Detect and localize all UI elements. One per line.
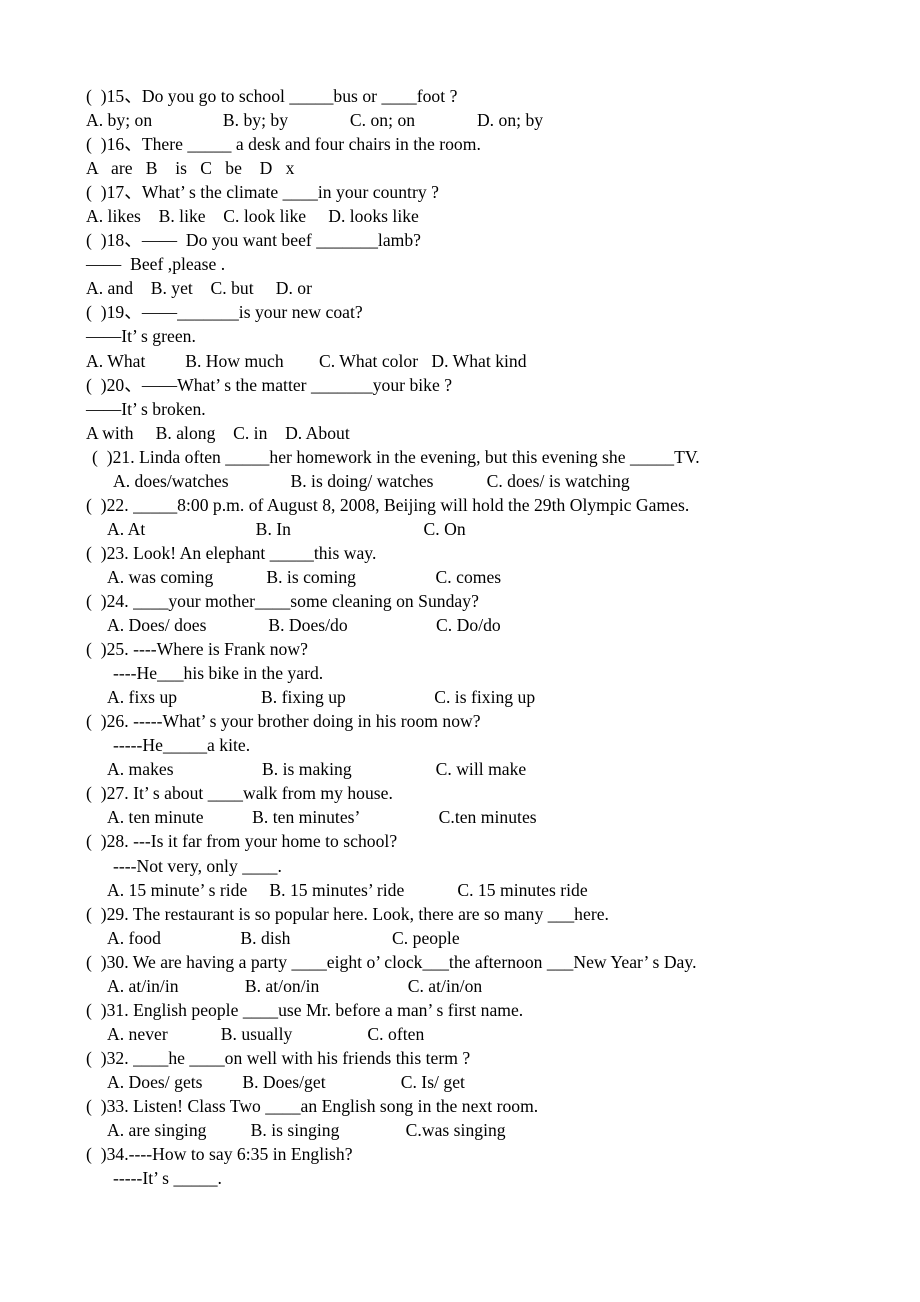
question-stem-34: ( )34.----How to say 6:35 in English? — [86, 1144, 353, 1165]
question-block-29: ( )29. The restaurant is so popular here… — [0, 902, 920, 950]
question-options-20: A with B. along C. in D. About — [86, 422, 350, 443]
question-stem-21: ( )21. Linda often _____her homework in … — [92, 446, 700, 467]
question-stem-27: ( )27. It’ s about ____walk from my hous… — [86, 783, 393, 804]
question-options-26: A. makes B. is making C. will make — [107, 759, 527, 780]
question-stem-29: ( )29. The restaurant is so popular here… — [86, 903, 609, 924]
question-block-25: ( )25. ----Where is Frank now? ----He___… — [0, 637, 920, 709]
question-block-32: ( )32. ____he ____on well with his frien… — [0, 1046, 920, 1094]
question-stem-25-line2: ----He___his bike in the yard. — [113, 663, 324, 684]
question-options-25: A. fixs up B. fixing up C. is fixing up — [107, 687, 536, 708]
question-stem-33: ( )33. Listen! Class Two ____an English … — [86, 1095, 539, 1116]
question-options-27: A. ten minute B. ten minutes’ C.ten minu… — [107, 807, 537, 828]
question-block-17: ( )17、What’ s the climate ____in your co… — [0, 180, 920, 228]
question-block-23: ( )23. Look! An elephant _____this way. … — [0, 541, 920, 589]
question-stem-24: ( )24. ____your mother____some cleaning … — [86, 590, 479, 611]
worksheet-page: ( )15、Do you go to school _____bus or __… — [0, 0, 920, 1302]
question-options-24: A. Does/ does B. Does/do C. Do/do — [107, 615, 501, 636]
question-stem-19: ( )19、——_______is your new coat? — [86, 302, 363, 323]
question-block-33: ( )33. Listen! Class Two ____an English … — [0, 1094, 920, 1142]
question-block-24: ( )24. ____your mother____some cleaning … — [0, 589, 920, 637]
question-stem-23: ( )23. Look! An elephant _____this way. — [86, 542, 377, 563]
question-block-34: ( )34.----How to say 6:35 in English? --… — [0, 1142, 920, 1190]
question-block-26: ( )26. -----What’ s your brother doing i… — [0, 709, 920, 781]
question-stem-34-line2: -----It’ s _____. — [113, 1168, 222, 1189]
question-stem-16: ( )16、There _____ a desk and four chairs… — [86, 134, 481, 155]
question-stem-26-line2: -----He_____a kite. — [113, 735, 251, 756]
question-stem-22: ( )22. _____8:00 p.m. of August 8, 2008,… — [86, 494, 690, 515]
question-block-31: ( )31. English people ____use Mr. before… — [0, 998, 920, 1046]
question-stem-15: ( )15、Do you go to school _____bus or __… — [86, 86, 458, 106]
question-block-30: ( )30. We are having a party ____eight o… — [0, 950, 920, 998]
question-stem-18-line2: —— Beef ,please . — [86, 254, 226, 275]
question-options-16: A are B is C be D x — [86, 158, 295, 179]
question-block-20: ( )20、——What’ s the matter _______your b… — [0, 373, 920, 445]
question-stem-25: ( )25. ----Where is Frank now? — [86, 639, 308, 660]
question-block-19: ( )19、——_______is your new coat? ——It’ s… — [0, 300, 920, 372]
question-options-29: A. food B. dish C. people — [107, 927, 460, 948]
question-stem-31: ( )31. English people ____use Mr. before… — [86, 999, 524, 1020]
question-block-18: ( )18、—— Do you want beef _______lamb? —… — [0, 228, 920, 300]
question-options-28: A. 15 minute’ s ride B. 15 minutes’ ride… — [107, 879, 588, 900]
question-options-19: A. What B. How much C. What color D. Wha… — [86, 350, 527, 371]
question-options-31: A. never B. usually C. often — [107, 1023, 425, 1044]
question-options-22: A. At B. In C. On — [107, 518, 466, 539]
question-stem-26: ( )26. -----What’ s your brother doing i… — [86, 711, 481, 732]
question-block-16: ( )16、There _____ a desk and four chairs… — [0, 132, 920, 180]
question-stem-28-line2: ----Not very, only ____. — [113, 855, 282, 876]
question-options-33: A. are singing B. is singing C.was singi… — [107, 1120, 506, 1141]
question-block-21: ( )21. Linda often _____her homework in … — [0, 445, 920, 493]
question-options-32: A. Does/ gets B. Does/get C. Is/ get — [107, 1071, 465, 1092]
question-options-21: A. does/watches B. is doing/ watches C. … — [113, 470, 630, 491]
question-block-28: ( )28. ---Is it far from your home to sc… — [0, 829, 920, 901]
question-stem-19-line2: ——It’ s green. — [86, 326, 196, 347]
question-stem-30: ( )30. We are having a party ____eight o… — [86, 951, 697, 972]
question-options-17: A. likes B. like C. look like D. looks l… — [86, 206, 419, 227]
question-options-23: A. was coming B. is coming C. comes — [107, 566, 502, 587]
question-options-30: A. at/in/in B. at/on/in C. at/in/on — [107, 975, 483, 996]
question-stem-18: ( )18、—— Do you want beef _______lamb? — [86, 230, 422, 251]
question-block-27: ( )27. It’ s about ____walk from my hous… — [0, 781, 920, 829]
question-stem-20-line2: ——It’ s broken. — [86, 398, 206, 419]
question-block-15: ( )15、Do you go to school _____bus or __… — [0, 84, 920, 132]
question-stem-20: ( )20、——What’ s the matter _______your b… — [86, 374, 453, 395]
question-stem-32: ( )32. ____he ____on well with his frien… — [86, 1047, 471, 1068]
question-options-18: A. and B. yet C. but D. or — [86, 278, 313, 299]
question-block-22: ( )22. _____8:00 p.m. of August 8, 2008,… — [0, 493, 920, 541]
question-stem-17: ( )17、What’ s the climate ____in your co… — [86, 182, 439, 203]
question-options-15: A. by; on B. by; by C. on; on D. on; by — [86, 110, 544, 131]
question-stem-28: ( )28. ---Is it far from your home to sc… — [86, 831, 398, 852]
